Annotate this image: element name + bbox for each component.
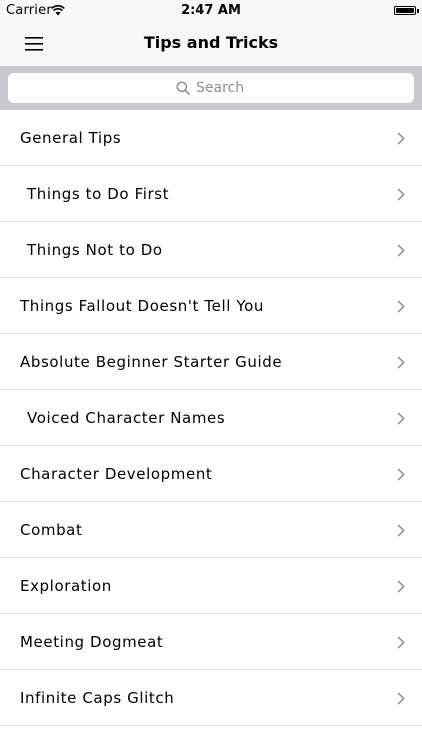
list-item[interactable]: Things Fallout Doesn't Tell You [0,278,422,334]
battery-icon [394,6,419,15]
chevron-right-icon [397,692,405,705]
list-item-label: Things to Do First [27,185,170,203]
list-item[interactable]: Things to Do First [0,166,422,222]
list-item[interactable]: Absolute Beginner Starter Guide [0,334,422,390]
chevron-right-icon [397,244,405,257]
list-item-label: Absolute Beginner Starter Guide [20,353,283,371]
status-bar: Carrier 2:47 AM [0,0,422,22]
list-item-label: Infinite Caps Glitch [20,689,175,707]
search-icon [176,81,190,95]
chevron-right-icon [397,580,405,593]
chevron-right-icon [397,468,405,481]
chevron-right-icon [397,636,405,649]
list-item-label: General Tips [20,129,122,147]
list-item[interactable]: Voiced Character Names [0,390,422,446]
page-title: Tips and Tricks [143,33,279,52]
list-item-label: Exploration [20,577,112,595]
battery-level-fill [396,8,414,13]
navigation-bar: Tips and Tricks [0,22,422,66]
status-time: 2:47 AM [181,3,241,18]
search-field-content [176,80,246,96]
list-item-label: Things Fallout Doesn't Tell You [20,297,265,315]
list-item-label: Character Development [20,465,213,483]
chevron-right-icon [397,524,405,537]
list-item-label: Things Not to Do [27,241,163,259]
search-field[interactable] [8,73,414,103]
chevron-right-icon [397,412,405,425]
list-item-label: Combat [20,521,83,539]
list-item[interactable]: Exploration [0,558,422,614]
list-item[interactable]: Things Not to Do [0,222,422,278]
list-item[interactable]: Character Development [0,446,422,502]
search-bar [0,66,422,110]
list-item[interactable]: Meeting Dogmeat [0,614,422,670]
search-input[interactable] [196,80,246,96]
chevron-right-icon [397,300,405,313]
chevron-right-icon [397,132,405,145]
list-item[interactable]: Combat [0,502,422,558]
list-item[interactable]: General Tips [0,110,422,166]
chevron-right-icon [397,356,405,369]
list-item-label: Meeting Dogmeat [20,633,164,651]
list-item[interactable]: Infinite Caps Glitch [0,670,422,726]
tips-list: General Tips Things to Do First Things Not… [0,110,422,726]
list-item-label: Voiced Character Names [27,409,226,427]
chevron-right-icon [397,188,405,201]
